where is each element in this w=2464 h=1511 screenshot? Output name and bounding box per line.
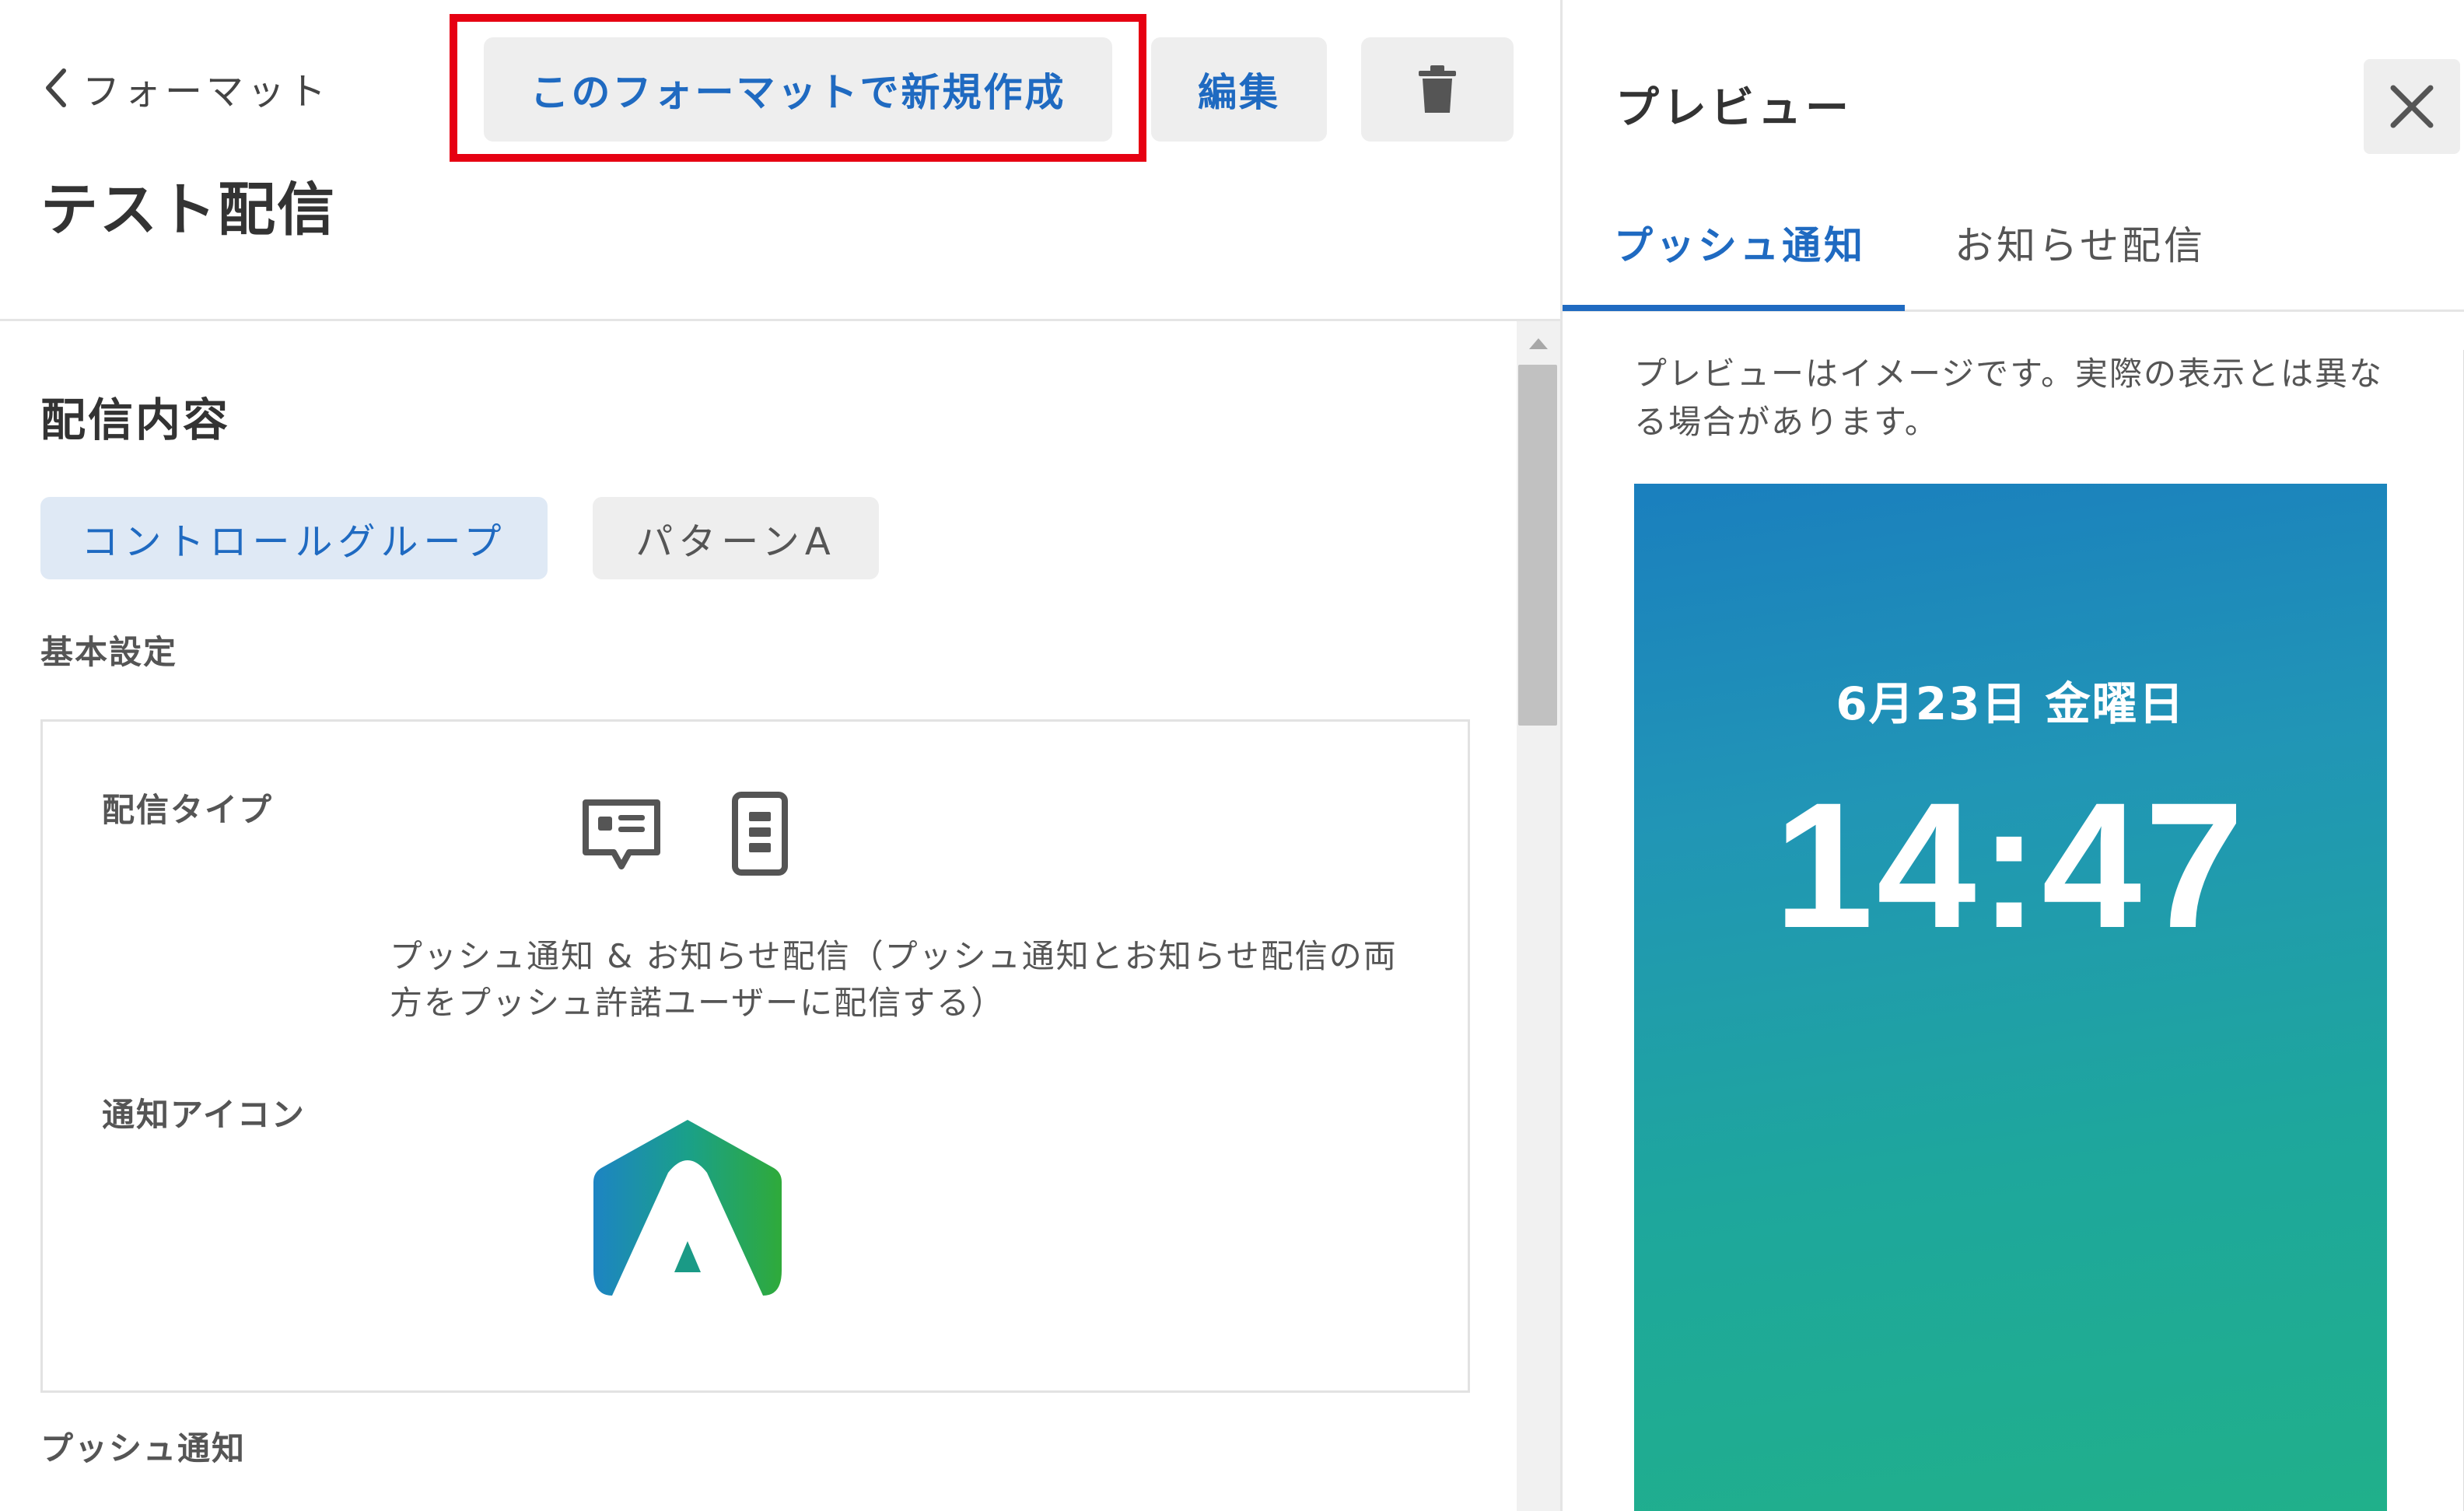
preview-panel: プレビュー プッシュ通知 お知らせ配信 プレビューはイメージです。実際の表示とは…: [1560, 0, 2464, 1511]
app-root: フォーマット テスト配信 このフォーマットで新規作成 編集 配信内容 コントロー…: [0, 0, 2464, 1511]
trash-icon: [1419, 65, 1456, 113]
back-link[interactable]: フォーマット: [40, 61, 330, 115]
page-title: テスト配信: [40, 177, 336, 243]
scroll-up-arrow-icon[interactable]: [1529, 338, 1548, 349]
basic-settings-label: 基本設定: [40, 633, 178, 671]
lock-screen-date: 6月23日 金曜日: [1836, 677, 2186, 730]
content-scrollbar[interactable]: [1517, 321, 1560, 1511]
back-link-label: フォーマット: [82, 70, 331, 114]
delivery-type-description: プッシュ通知 & お知らせ配信（プッシュ通知とお知らせ配信の両方をプッシュ許諾ユ…: [390, 937, 1398, 1022]
scroll-thumb[interactable]: [1518, 365, 1557, 726]
active-tab-indicator: [1563, 305, 1905, 311]
notification-icon-label: 通知アイコン: [102, 1096, 306, 1134]
format-detail-panel: フォーマット テスト配信 このフォーマットで新規作成 編集 配信内容 コントロー…: [0, 0, 1560, 1511]
edit-button[interactable]: 編集: [1151, 37, 1327, 142]
pattern-tab-control-group[interactable]: コントロールグループ: [40, 497, 548, 579]
tab-news-delivery[interactable]: お知らせ配信: [1955, 215, 2206, 271]
delivery-type-label: 配信タイプ: [102, 791, 274, 829]
push-section-label: プッシュ通知: [40, 1429, 247, 1467]
close-preview-button[interactable]: [2364, 59, 2460, 154]
chevron-left-icon: [46, 68, 66, 107]
delivery-type-icons: [579, 792, 802, 876]
lock-screen-preview: 6月23日 金曜日 14:47: [1634, 484, 2387, 1511]
lock-screen-time: 14:47: [1773, 765, 2248, 965]
smartphone-icon: [732, 792, 788, 876]
close-icon: [2390, 85, 2434, 128]
delete-button[interactable]: [1361, 37, 1514, 142]
tab-push-notification[interactable]: プッシュ通知: [1614, 215, 1866, 271]
preview-note: プレビューはイメージです。実際の表示とは異なる場合があります。: [1634, 355, 2383, 441]
message-bubble-icon: [583, 799, 660, 869]
content-area: 配信内容 コントロールグループ パターンA 基本設定 配信タイプ プッシュ通知 …: [0, 321, 1517, 1511]
pattern-tab-a[interactable]: パターンA: [593, 497, 879, 579]
settings-card: 配信タイプ プッシュ通知 & お知らせ配信（プッシュ通知とお知らせ配信の両方をプ…: [40, 719, 1470, 1393]
section-title: 配信内容: [40, 393, 231, 446]
highlight-annotation: [450, 14, 1146, 162]
app-logo-icon: [593, 1120, 782, 1296]
preview-title: プレビュー: [1615, 83, 1853, 134]
